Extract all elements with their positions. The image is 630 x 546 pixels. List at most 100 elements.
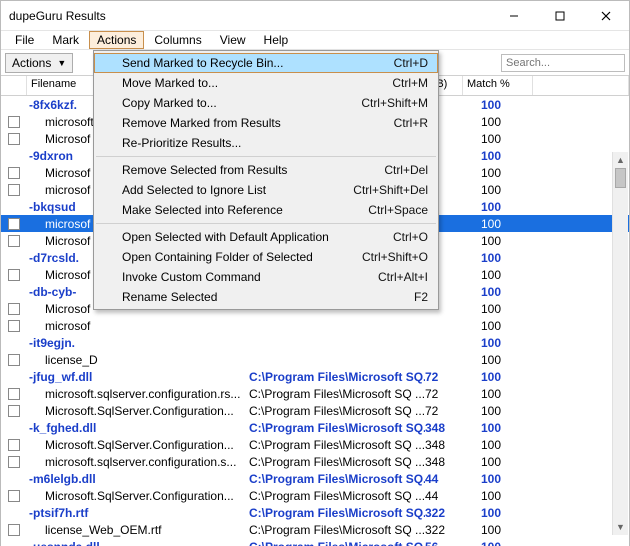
cell-folder: C:\Program Files\Microsoft SQ...	[249, 472, 425, 486]
row-checkbox[interactable]	[8, 116, 20, 128]
cell-filename: microsoft.sqlserver.configuration.s...	[27, 455, 249, 469]
table-row[interactable]: Microsoft.SqlServer.Configuration...C:\P…	[1, 487, 629, 504]
table-row[interactable]: microsoft.sqlserver.configuration.s...C:…	[1, 453, 629, 470]
row-checkbox[interactable]	[8, 235, 20, 247]
menu-help[interactable]: Help	[256, 31, 297, 49]
window-title: dupeGuru Results	[9, 9, 491, 23]
table-row[interactable]: Microsoft.SqlServer.Configuration...C:\P…	[1, 436, 629, 453]
table-row[interactable]: microsoft.sqlserver.configuration.rs...C…	[1, 385, 629, 402]
row-checkbox[interactable]	[8, 184, 20, 196]
cell-folder: C:\Program Files\Microsoft SQ ...	[249, 438, 425, 452]
cell-folder: C:\Program Files\Microsoft SQ ...	[249, 489, 425, 503]
table-row[interactable]: license_D100	[1, 351, 629, 368]
cell-folder: C:\Program Files\Microsoft SQ...	[249, 370, 425, 384]
scroll-down-icon[interactable]: ▼	[613, 519, 628, 535]
row-checkbox[interactable]	[8, 269, 20, 281]
cell-match: 100	[463, 540, 533, 546]
cell-folder: C:\Program Files\Microsoft SQ ...	[249, 523, 425, 537]
scroll-up-icon[interactable]: ▲	[613, 152, 628, 168]
actions-button-label: Actions	[12, 56, 51, 70]
cell-folder: C:\Program Files\Microsoft SQ ...	[249, 455, 425, 469]
menu-open-folder[interactable]: Open Containing Folder of Selected Ctrl+…	[94, 247, 438, 267]
cell-match: 100	[463, 166, 533, 180]
menu-move-marked[interactable]: Move Marked to... Ctrl+M	[94, 73, 438, 93]
cell-match: 100	[463, 353, 533, 367]
row-checkbox[interactable]	[8, 167, 20, 179]
close-button[interactable]	[583, 1, 629, 31]
cell-filename: microsof	[27, 319, 249, 333]
row-checkbox[interactable]	[8, 354, 20, 366]
table-row[interactable]: -uesnnda.dllC:\Program Files\Microsoft S…	[1, 538, 629, 546]
table-row[interactable]: -it9egjn.100	[1, 334, 629, 351]
cell-filename: Microsoft.SqlServer.Configuration...	[27, 489, 249, 503]
cell-folder: C:\Program Files\Microsoft SQ...	[249, 421, 425, 435]
menu-add-ignore[interactable]: Add Selected to Ignore List Ctrl+Shift+D…	[94, 180, 438, 200]
table-row[interactable]: -k_fghed.dllC:\Program Files\Microsoft S…	[1, 419, 629, 436]
menu-open-default[interactable]: Open Selected with Default Application C…	[94, 227, 438, 247]
row-checkbox[interactable]	[8, 133, 20, 145]
cell-filename: -it9egjn.	[27, 336, 249, 350]
row-checkbox[interactable]	[8, 439, 20, 451]
cell-match: 100	[463, 319, 533, 333]
menu-copy-marked[interactable]: Copy Marked to... Ctrl+Shift+M	[94, 93, 438, 113]
cell-match: 100	[463, 455, 533, 469]
row-checkbox[interactable]	[8, 320, 20, 332]
cell-match: 100	[463, 200, 533, 214]
table-row[interactable]: -ptsif7h.rtfC:\Program Files\Microsoft S…	[1, 504, 629, 521]
row-checkbox-cell	[1, 218, 27, 230]
cell-match: 100	[463, 251, 533, 265]
cell-filename: -m6lelgb.dll	[27, 472, 249, 486]
menu-view[interactable]: View	[212, 31, 254, 49]
menu-remove-selected[interactable]: Remove Selected from Results Ctrl+Del	[94, 160, 438, 180]
actions-dropdown-button[interactable]: Actions ▼	[5, 53, 73, 73]
row-checkbox-cell	[1, 388, 27, 400]
cell-match: 100	[463, 183, 533, 197]
menu-columns[interactable]: Columns	[146, 31, 209, 49]
cell-match: 100	[463, 285, 533, 299]
cell-filename: -uesnnda.dll	[27, 540, 249, 546]
menu-rename-selected[interactable]: Rename Selected F2	[94, 287, 438, 307]
cell-size: 44	[425, 472, 463, 486]
table-row[interactable]: microsof 100	[1, 317, 629, 334]
row-checkbox-cell	[1, 303, 27, 315]
search-input[interactable]	[501, 54, 625, 72]
cell-match: 100	[463, 438, 533, 452]
table-row[interactable]: -m6lelgb.dllC:\Program Files\Microsoft S…	[1, 470, 629, 487]
menu-file[interactable]: File	[7, 31, 42, 49]
cell-size: 44	[425, 489, 463, 503]
row-checkbox[interactable]	[8, 303, 20, 315]
row-checkbox[interactable]	[8, 524, 20, 536]
table-row[interactable]: Microsoft.SqlServer.Configuration...C:\P…	[1, 402, 629, 419]
toolbar: Actions ▼ Send Marked to Recycle Bin... …	[1, 50, 629, 76]
cell-match: 100	[463, 370, 533, 384]
cell-folder: C:\Program Files\Microsoft SQ...	[249, 540, 425, 546]
row-checkbox[interactable]	[8, 490, 20, 502]
maximize-button[interactable]	[537, 1, 583, 31]
menu-remove-marked[interactable]: Remove Marked from Results Ctrl+R	[94, 113, 438, 133]
menu-invoke-custom[interactable]: Invoke Custom Command Ctrl+Alt+I	[94, 267, 438, 287]
column-header-checkbox[interactable]	[1, 76, 27, 95]
cell-match: 100	[463, 217, 533, 231]
cell-match: 100	[463, 149, 533, 163]
table-row[interactable]: license_Web_OEM.rtfC:\Program Files\Micr…	[1, 521, 629, 538]
cell-match: 100	[463, 98, 533, 112]
row-checkbox-cell	[1, 235, 27, 247]
row-checkbox[interactable]	[8, 456, 20, 468]
menu-mark[interactable]: Mark	[44, 31, 87, 49]
vertical-scrollbar[interactable]: ▲ ▼	[612, 152, 628, 535]
cell-size: 348	[425, 421, 463, 435]
table-row[interactable]: -jfug_wf.dllC:\Program Files\Microsoft S…	[1, 368, 629, 385]
menu-actions[interactable]: Actions	[89, 31, 144, 49]
row-checkbox[interactable]	[8, 405, 20, 417]
column-header-match[interactable]: Match %	[463, 76, 533, 95]
cell-match: 100	[463, 268, 533, 282]
scroll-thumb[interactable]	[615, 168, 626, 188]
menu-reprioritize[interactable]: Re-Prioritize Results...	[94, 133, 438, 153]
menu-send-to-recycle-bin[interactable]: Send Marked to Recycle Bin... Ctrl+D	[94, 53, 438, 73]
cell-filename: -ptsif7h.rtf	[27, 506, 249, 520]
menu-separator	[96, 156, 436, 157]
menu-make-reference[interactable]: Make Selected into Reference Ctrl+Space	[94, 200, 438, 220]
row-checkbox[interactable]	[8, 388, 20, 400]
row-checkbox[interactable]	[8, 218, 20, 230]
minimize-button[interactable]	[491, 1, 537, 31]
